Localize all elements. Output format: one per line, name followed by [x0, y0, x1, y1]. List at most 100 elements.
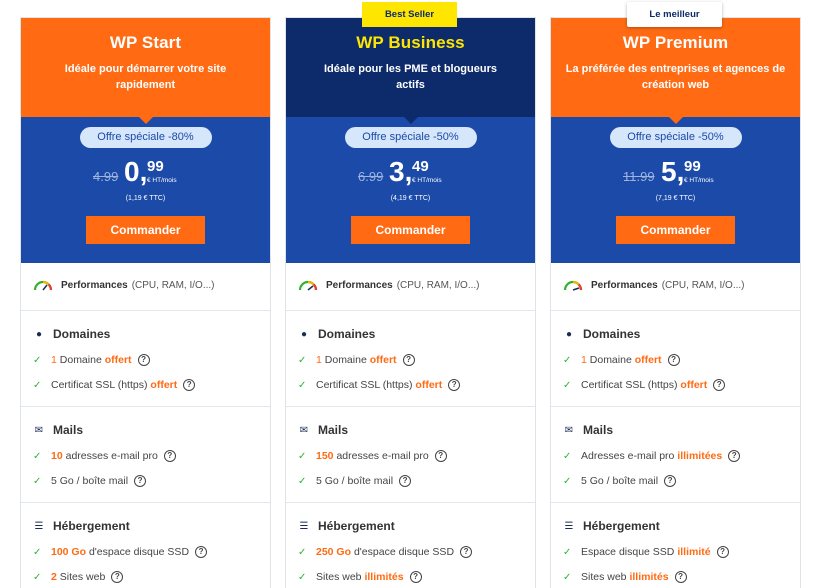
order-button[interactable]: Commander [86, 216, 205, 244]
domain-count: 1 [316, 354, 322, 366]
performances-section: Performances (CPU, RAM, I/O...) [21, 263, 270, 310]
plan-card-wp-premium: WP Premium La préférée des entreprises e… [550, 17, 801, 588]
ssl-text: Certificat SSL (https) [316, 379, 413, 391]
order-button[interactable]: Commander [616, 216, 735, 244]
performances-label: Performances [61, 279, 128, 291]
plan-header: WP Start Idéale pour démarrer votre site… [21, 18, 270, 263]
sites-text: Sites web [581, 571, 627, 583]
disk-unlimited: illimité [677, 546, 711, 558]
hebergement-title: Hébergement [53, 519, 130, 533]
check-icon: ✓ [33, 546, 42, 558]
help-icon[interactable]: ? [409, 571, 422, 583]
globe-icon: ● [565, 328, 573, 340]
domain-text: Domaine [59, 354, 102, 366]
help-icon[interactable]: ? [448, 379, 461, 391]
mails-section: ✉ Mails ✓ 150 adresses e-mail pro ? ✓ 5 G… [286, 406, 535, 502]
check-icon: ✓ [33, 475, 42, 487]
performances-label: Performances [326, 279, 393, 291]
price-unit: € HT/mois [412, 177, 442, 184]
mails-title: Mails [318, 423, 349, 437]
sites-unlimited: illimités [364, 571, 404, 583]
ssl-offer: offert [150, 379, 178, 391]
disk-value: 100 Go [51, 546, 87, 558]
check-icon: ✓ [33, 354, 42, 366]
feature-email-addresses: ✓ Adresses e-mail pro illimitées ? [563, 450, 741, 462]
performances-section: Performances (CPU, RAM, I/O...) [551, 263, 800, 310]
envelope-icon: ✉ [34, 424, 44, 436]
ssl-text: Certificat SSL (https) [51, 379, 148, 391]
check-icon: ✓ [298, 450, 307, 462]
help-icon[interactable]: ? [163, 450, 176, 462]
plan-card-wp-start: WP Start Idéale pour démarrer votre site… [20, 17, 271, 588]
feature-mailbox-size: ✓ 5 Go / boîte mail ? [298, 475, 412, 487]
disk-text: Espace disque SSD [581, 546, 675, 558]
feature-email-addresses: ✓ 10 adresses e-mail pro ? [33, 450, 176, 462]
price-integer: 0, [124, 156, 148, 187]
envelope-icon: ✉ [564, 424, 574, 436]
plan-header: WP Premium La préférée des entreprises e… [551, 18, 800, 263]
email-unlimited: illimitées [677, 450, 723, 462]
speedometer-icon [298, 280, 318, 291]
feature-websites: ✓ 2 Sites web ? [33, 571, 124, 583]
banner-notch [138, 117, 153, 124]
plan-banner: WP Start Idéale pour démarrer votre site… [21, 18, 270, 117]
help-icon[interactable]: ? [664, 475, 677, 487]
help-icon[interactable]: ? [460, 546, 473, 558]
help-icon[interactable]: ? [183, 379, 196, 391]
domaines-title: Domaines [53, 327, 111, 341]
domain-text: Domaine [589, 354, 632, 366]
best-seller-badge: Best Seller [362, 2, 457, 27]
feature-ssl: ✓ Certificat SSL (https) offert ? [563, 379, 726, 391]
feature-websites: ✓ Sites web illimités ? [563, 571, 687, 583]
help-icon[interactable]: ? [402, 354, 415, 366]
help-icon[interactable]: ? [667, 354, 680, 366]
hebergement-section: ☰ Hébergement ✓ 100 Go d'espace disque SS… [21, 502, 270, 588]
le-meilleur-badge: Le meilleur [627, 2, 722, 27]
performances-detail: (CPU, RAM, I/O...) [661, 279, 745, 291]
banner-notch [403, 117, 418, 124]
help-icon[interactable]: ? [434, 450, 447, 462]
help-icon[interactable]: ? [195, 546, 208, 558]
check-icon: ✓ [563, 546, 572, 558]
speedometer-icon [33, 280, 53, 291]
domaines-title: Domaines [583, 327, 641, 341]
feature-ssl: ✓ Certificat SSL (https) offert ? [33, 379, 196, 391]
price-row: 11.99 5, 99 € HT/mois [551, 156, 800, 190]
help-icon[interactable]: ? [399, 475, 412, 487]
email-count: 10 [51, 450, 63, 462]
sites-text: Sites web [59, 571, 106, 583]
help-icon[interactable]: ? [674, 571, 687, 583]
help-icon[interactable]: ? [713, 379, 726, 391]
globe-icon: ● [300, 328, 308, 340]
feature-disk-space: ✓ 100 Go d'espace disque SSD ? [33, 546, 208, 558]
ssl-offer: offert [680, 379, 708, 391]
hebergement-section: ☰ Hébergement ✓ Espace disque SSD illimit… [551, 502, 800, 588]
price-decimal: 99 [147, 158, 164, 175]
check-icon: ✓ [298, 475, 307, 487]
price-ttc: (4,19 € TTC) [390, 195, 431, 202]
help-icon[interactable]: ? [134, 475, 147, 487]
domain-offer: offert [369, 354, 397, 366]
help-icon[interactable]: ? [111, 571, 124, 583]
help-icon[interactable]: ? [137, 354, 150, 366]
disk-text: d'espace disque SSD [353, 546, 455, 558]
help-icon[interactable]: ? [716, 546, 729, 558]
domain-offer: offert [634, 354, 662, 366]
server-icon: ☰ [34, 520, 44, 532]
order-button[interactable]: Commander [351, 216, 470, 244]
check-icon: ✓ [33, 571, 42, 583]
special-offer-pill: Offre spéciale -80% [79, 127, 212, 148]
price-ttc: (7,19 € TTC) [655, 195, 696, 202]
mailbox-text: 5 Go / boîte mail [51, 475, 129, 487]
disk-value: 250 Go [316, 546, 352, 558]
performances-label: Performances [591, 279, 658, 291]
help-icon[interactable]: ? [728, 450, 741, 462]
email-count: 150 [316, 450, 334, 462]
price-integer: 3, [389, 156, 413, 187]
mails-title: Mails [53, 423, 84, 437]
check-icon: ✓ [298, 546, 307, 558]
check-icon: ✓ [33, 450, 42, 462]
server-icon: ☰ [299, 520, 309, 532]
price-unit: € HT/mois [147, 177, 177, 184]
mails-section: ✉ Mails ✓ 10 adresses e-mail pro ? ✓ 5 Go… [21, 406, 270, 502]
